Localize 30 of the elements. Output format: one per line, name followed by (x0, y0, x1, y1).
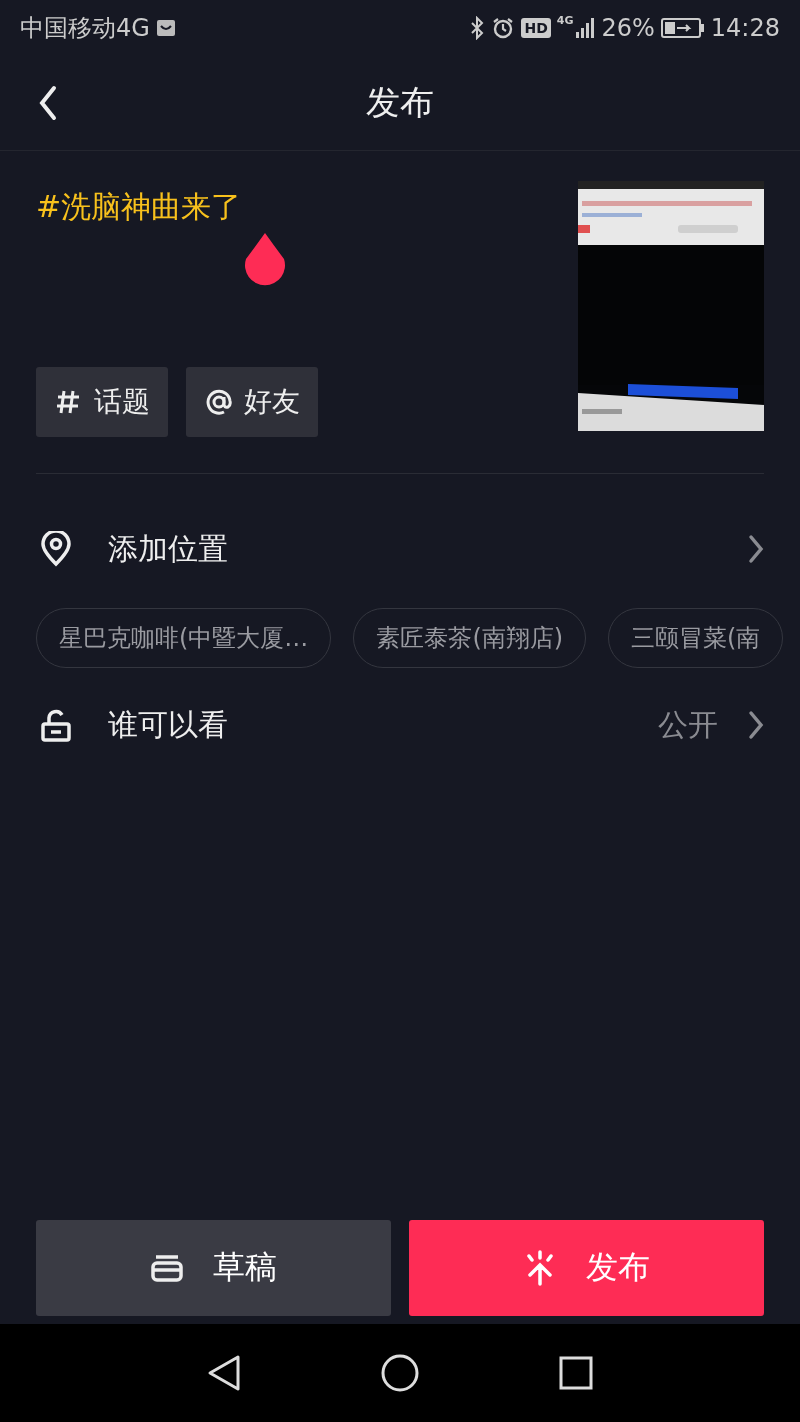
carrier-name: 中国移动4G (20, 13, 150, 44)
page-title: 发布 (366, 81, 434, 124)
back-triangle-icon[interactable] (207, 1354, 241, 1392)
location-label[interactable]: 添加位置 (108, 528, 228, 570)
chevron-right-icon[interactable] (748, 534, 764, 564)
location-pin-icon (40, 531, 72, 567)
hashtag-icon (56, 389, 82, 415)
back-icon (38, 85, 58, 121)
tag-button[interactable]: 好友 (186, 367, 318, 437)
bluetooth-icon (469, 16, 486, 40)
recents-square-icon[interactable] (559, 1356, 593, 1390)
publish-button[interactable]: 发布 (409, 1220, 764, 1316)
back-button[interactable] (38, 85, 58, 121)
home-circle-icon[interactable] (381, 1354, 419, 1392)
network-label: 4G (556, 14, 574, 27)
at-sign-icon (206, 389, 232, 415)
caption-field[interactable]: #洗脑神曲来了 (36, 187, 242, 228)
unlocked-icon (40, 707, 72, 743)
draft-button[interactable]: 草稿 (36, 1220, 391, 1316)
battery-percent: 26% (601, 14, 655, 42)
hd-badge: HD (521, 18, 551, 38)
tag-button[interactable]: 话题 (36, 367, 168, 437)
signal-icon (575, 17, 596, 39)
visibility-value: 公开 (658, 705, 718, 744)
battery-icon (660, 17, 705, 39)
chevron-right-icon[interactable] (748, 710, 764, 740)
clock-time: 14:28 (710, 14, 780, 42)
cursor-handle-icon[interactable] (242, 231, 288, 287)
visibility-label[interactable]: 谁可以看 (108, 704, 228, 746)
tray-icon (150, 1254, 183, 1282)
